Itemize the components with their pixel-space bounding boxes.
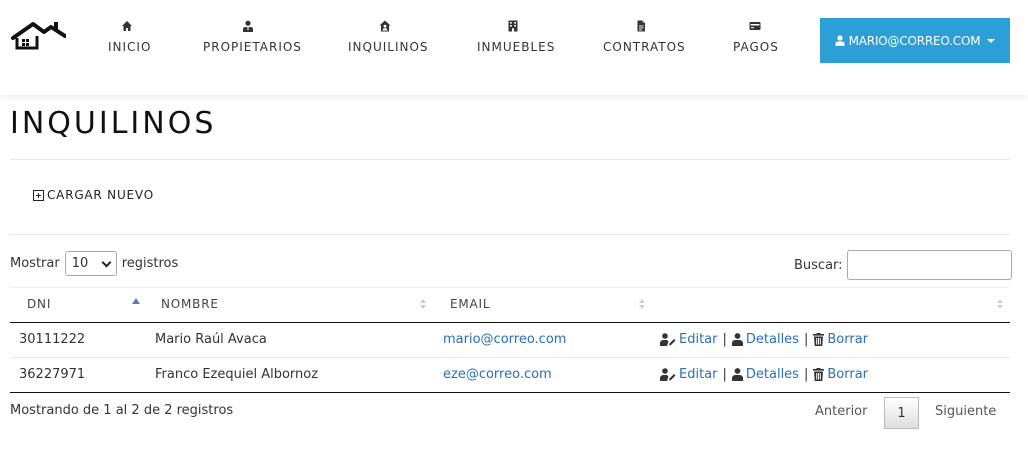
building-icon (477, 20, 548, 34)
records-label: registros (121, 256, 179, 271)
row-actions: Editar | Detalles | Borrar (660, 332, 868, 347)
cell-dni: 36227971 (19, 367, 86, 382)
trash-icon (813, 368, 825, 381)
nav-item-inmuebles[interactable]: INMUEBLES (477, 20, 556, 60)
table-info: Mostrando de 1 al 2 de 2 registros (10, 403, 234, 418)
plus-square-icon (33, 189, 44, 201)
page-title: INQUILINOS (10, 106, 217, 141)
next-page-button[interactable]: Siguiente (935, 404, 996, 419)
column-header-email[interactable]: EMAIL (450, 297, 490, 311)
table-row: 36227971 Franco Ezequiel Albornoz eze@co… (10, 358, 1010, 393)
nav-item-contratos[interactable]: CONTRATOS (603, 20, 686, 60)
sort-icon (997, 305, 1003, 309)
table-header: DNI NOMBRE EMAIL (10, 287, 1010, 323)
user-icon (731, 368, 743, 381)
house-user-icon (348, 20, 421, 34)
nav-label: INMUEBLES (477, 40, 556, 54)
user-edit-icon (660, 368, 676, 381)
sort-icon (420, 305, 426, 309)
user-edit-icon (660, 333, 676, 346)
chevron-down-icon (101, 257, 112, 268)
caret-down-icon (987, 38, 996, 43)
row-actions: Editar | Detalles | Borrar (660, 367, 868, 382)
file-icon (603, 20, 678, 34)
separator: | (803, 367, 809, 382)
show-label: Mostrar (10, 256, 60, 271)
search-input[interactable] (846, 250, 1012, 280)
cell-nombre: Mario Raúl Avaca (155, 332, 267, 347)
edit-link[interactable]: Editar (679, 367, 718, 382)
cell-email-link[interactable]: mario@correo.com (443, 332, 566, 347)
nav-label: INICIO (108, 40, 152, 54)
cell-nombre: Franco Ezequiel Albornoz (155, 367, 319, 382)
separator: | (722, 332, 727, 347)
previous-page-button[interactable]: Anterior (815, 404, 867, 419)
nav-label: PAGOS (733, 40, 779, 54)
edit-link[interactable]: Editar (679, 332, 718, 347)
credit-card-icon (733, 20, 776, 34)
navbar: INICIO PROPIETARIOS INQUILINOS INMUEBLES… (0, 0, 1028, 95)
sort-icon (997, 299, 1003, 303)
user-menu-button[interactable]: MARIO@CORREO.COM (820, 18, 1010, 63)
sort-icon (420, 299, 426, 303)
divider (10, 234, 1010, 235)
tenants-table: DNI NOMBRE EMAIL 30111222 Mario Raúl Ava… (10, 287, 1010, 393)
page-length-select[interactable]: 10 (64, 251, 117, 276)
add-new-label: CARGAR NUEVO (47, 188, 154, 202)
user-icon (835, 35, 845, 46)
table-row: 30111222 Mario Raúl Avaca mario@correo.c… (10, 323, 1010, 358)
search-control: Buscar: (794, 250, 1012, 280)
home-icon (108, 20, 146, 34)
nav-item-inicio[interactable]: INICIO (108, 20, 152, 60)
nav-item-pagos[interactable]: PAGOS (733, 20, 779, 60)
separator: | (803, 332, 809, 347)
home-logo-icon[interactable] (11, 18, 67, 50)
sort-icon (639, 299, 645, 303)
user-email-label: MARIO@CORREO.COM (848, 33, 981, 48)
nav-label: PROPIETARIOS (203, 40, 302, 54)
add-new-button[interactable]: CARGAR NUEVO (33, 188, 154, 202)
trash-icon (813, 333, 825, 346)
page-length-control: Mostrar 10 registros (10, 251, 178, 276)
details-link[interactable]: Detalles (746, 367, 799, 382)
delete-link[interactable]: Borrar (827, 367, 868, 382)
nav-item-propietarios[interactable]: PROPIETARIOS (203, 20, 302, 60)
sort-ascending-icon (132, 298, 140, 304)
cell-dni: 30111222 (19, 332, 86, 347)
nav-label: CONTRATOS (603, 40, 686, 54)
page-length-value: 10 (71, 256, 89, 271)
user-icon (731, 333, 743, 346)
nav-item-inquilinos[interactable]: INQUILINOS (348, 20, 429, 60)
separator: | (722, 367, 727, 382)
column-header-dni[interactable]: DNI (27, 297, 51, 311)
delete-link[interactable]: Borrar (827, 332, 868, 347)
column-header-nombre[interactable]: NOMBRE (161, 297, 219, 311)
page-1-button[interactable]: 1 (884, 397, 919, 429)
user-tie-icon (203, 20, 293, 34)
nav-label: INQUILINOS (348, 40, 429, 54)
search-label: Buscar: (794, 257, 843, 273)
divider (10, 159, 1010, 160)
details-link[interactable]: Detalles (746, 332, 799, 347)
sort-icon (639, 305, 645, 309)
cell-email-link[interactable]: eze@correo.com (443, 367, 552, 382)
